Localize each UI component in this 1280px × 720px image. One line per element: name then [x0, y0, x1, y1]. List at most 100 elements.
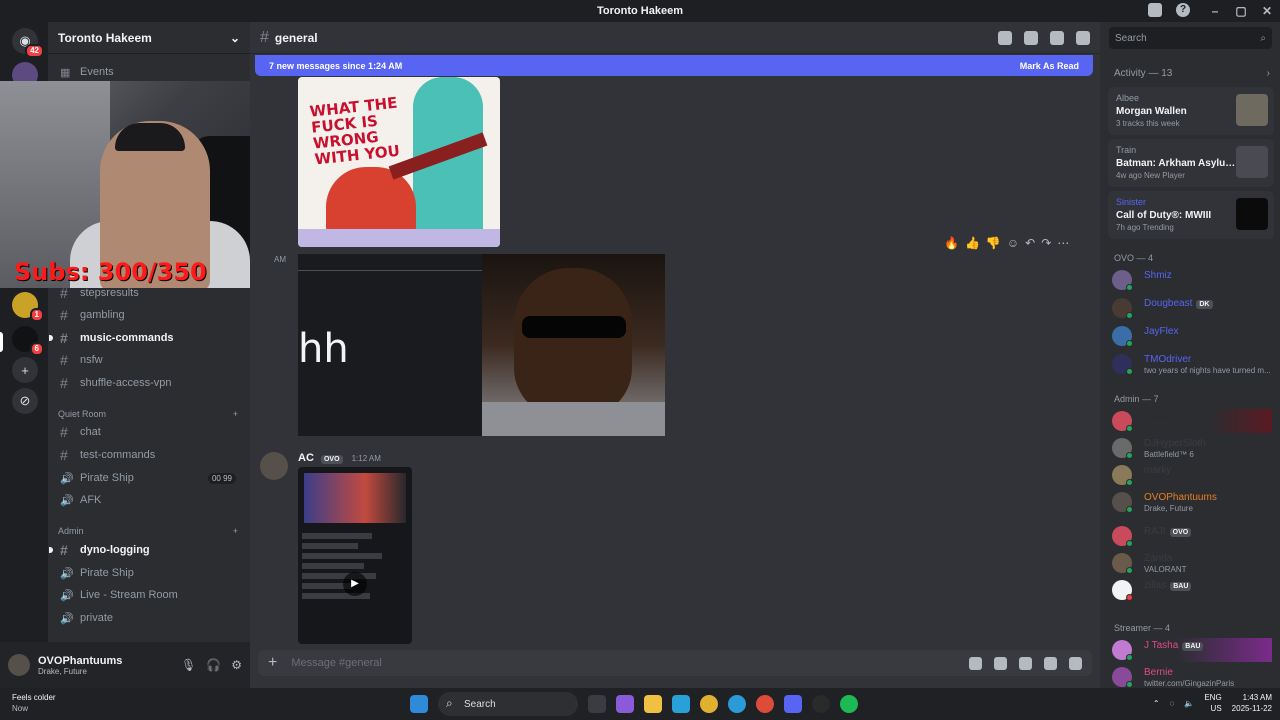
windows-start-icon[interactable] [410, 695, 428, 713]
search-input[interactable]: Search ⌕ [1109, 27, 1272, 49]
discord-taskbar-icon[interactable] [784, 695, 802, 713]
avatar[interactable] [260, 452, 288, 480]
member-item[interactable]: Shmiz [1112, 268, 1272, 292]
inbox-icon[interactable] [1148, 3, 1162, 17]
video-clip-attachment[interactable]: ▶ [298, 467, 412, 644]
channel-item[interactable]: # music-commands [49, 328, 246, 348]
voice-channel-item[interactable]: 🔊 Pirate Ship [56, 563, 246, 583]
task-view-icon[interactable] [588, 695, 606, 713]
play-icon[interactable]: ▶ [343, 572, 367, 596]
meme-image[interactable]: WHAT THE FUCK IS WRONG WITH YOU [298, 77, 500, 247]
voice-channel-item[interactable]: 🔊 AFK [56, 490, 246, 510]
gear-icon[interactable]: ⚙ [231, 658, 242, 672]
forward-icon[interactable]: ↷ [1041, 236, 1051, 250]
message-composer[interactable]: + Message #general [258, 650, 1092, 676]
member-item[interactable]: Albee [1112, 409, 1272, 433]
notification-bell-icon[interactable] [1024, 30, 1038, 45]
gif-icon[interactable] [994, 656, 1007, 670]
obs-icon[interactable] [812, 695, 830, 713]
activity-card[interactable]: Sinister Call of Duty®: MWIII 7h ago Tre… [1108, 191, 1274, 239]
server-header[interactable]: Toronto Hakeem ⌄ [48, 22, 250, 54]
copilot-icon[interactable] [616, 695, 634, 713]
member-item[interactable]: JayFlex [1112, 324, 1272, 348]
voice-channel-item[interactable]: 🔊 private [56, 608, 246, 628]
server-name: Toronto Hakeem [58, 30, 152, 45]
voice-channel-item[interactable]: 🔊 Pirate Ship 00 99 [56, 468, 246, 488]
voice-channel-item[interactable]: 🔊 Live - Stream Room [56, 585, 246, 605]
taskbar-search[interactable]: Search [438, 692, 578, 716]
apps-icon[interactable] [1069, 656, 1082, 670]
category-admin[interactable]: Admin + [58, 526, 238, 536]
member-item[interactable]: Dougbeast DK [1112, 296, 1272, 320]
clock[interactable]: 1:43 AM 2025-11-22 [1232, 692, 1272, 714]
activity-card[interactable]: Albee Morgan Wallen 3 tracks this week [1108, 87, 1274, 135]
microphone-icon[interactable]: 🎙 [181, 658, 196, 672]
add-channel-icon[interactable]: + [233, 526, 238, 536]
member-item[interactable]: marky [1112, 463, 1272, 487]
server-icon[interactable]: 6 [12, 326, 44, 356]
app-icon[interactable] [700, 695, 718, 713]
reaction-thumbs-down-icon[interactable]: 👎 [986, 236, 1001, 250]
member-item[interactable]: Zanda VALORANT [1112, 551, 1272, 575]
maximize-button[interactable]: ▢ [1228, 4, 1254, 18]
new-messages-bar[interactable]: 7 new messages since 1:24 AM Mark As Rea… [255, 55, 1093, 76]
member-item[interactable]: TMOdriver two years of nights have turned… [1112, 352, 1272, 376]
video-attachment[interactable]: hh [298, 254, 482, 436]
mark-as-read-button[interactable]: Mark As Read [1020, 61, 1079, 71]
members-icon[interactable] [1076, 30, 1090, 45]
explore-button[interactable]: ⊘ [12, 388, 38, 414]
member-item[interactable]: Bernie twitter.com/GingazinParis [1112, 665, 1272, 688]
plus-icon: + [21, 362, 29, 378]
minimize-button[interactable]: – [1202, 4, 1228, 18]
chrome-icon[interactable] [756, 695, 774, 713]
threads-icon[interactable] [998, 30, 1012, 45]
reaction-fire-icon[interactable]: 🔥 [944, 236, 959, 250]
activity-card[interactable]: Train Batman: Arkham Asylum G... 4w ago … [1108, 139, 1274, 187]
gift-icon[interactable] [969, 656, 982, 670]
direct-messages-button[interactable]: ◉ 42 [12, 28, 44, 58]
tray-chevron-icon[interactable]: ⌃ [1153, 699, 1160, 708]
channel-item[interactable]: # nsfw [56, 350, 246, 370]
server-icon[interactable]: 1 [12, 292, 44, 322]
channel-item[interactable]: # dyno-logging [49, 540, 246, 560]
member-item[interactable]: RAJI OVO [1112, 524, 1272, 548]
member-item[interactable]: zillas BAU [1112, 578, 1272, 602]
spotify-icon[interactable] [840, 695, 858, 713]
avatar[interactable] [8, 654, 30, 676]
reply-icon[interactable]: ↶ [1025, 236, 1035, 250]
language-indicator[interactable]: ENG US [1204, 692, 1221, 714]
channel-item[interactable]: # shuffle-access-vpn [56, 373, 246, 393]
add-reaction-icon[interactable]: ☺ [1007, 236, 1019, 250]
member-item[interactable]: J Tasha BAU [1112, 638, 1272, 662]
category-quiet-room[interactable]: Quiet Room + [58, 409, 238, 419]
headphones-icon[interactable]: 🎧 [206, 658, 221, 672]
activity-header[interactable]: Activity — 13 › [1114, 68, 1270, 79]
network-icon[interactable]: ◌ [1170, 699, 1175, 708]
file-explorer-icon[interactable] [644, 695, 662, 713]
telegram-icon[interactable] [728, 695, 746, 713]
volume-icon[interactable]: 🔈 [1184, 699, 1194, 708]
channel-item[interactable]: # gambling [56, 305, 246, 325]
attach-plus-icon[interactable]: + [268, 654, 277, 672]
hash-icon: # [60, 330, 68, 346]
add-channel-icon[interactable]: + [233, 409, 238, 419]
sticker-icon[interactable] [1019, 656, 1032, 670]
message-author[interactable]: AC [298, 452, 314, 464]
edge-icon[interactable] [672, 695, 690, 713]
add-server-button[interactable]: + [12, 357, 38, 383]
member-item[interactable]: DJHyperSloth Battlefield™ 6 [1112, 436, 1272, 460]
events-item[interactable]: ▦ Events [56, 62, 246, 82]
face-image[interactable] [482, 254, 665, 436]
guild-tag: OVO [1169, 528, 1192, 537]
emoji-icon[interactable] [1044, 656, 1057, 670]
message-timestamp: AM [274, 255, 286, 264]
member-item[interactable]: OVOPhantuums Drake, Future [1112, 490, 1272, 514]
pin-icon[interactable] [1050, 30, 1064, 45]
weather-widget[interactable]: Feels colder Now [12, 692, 56, 714]
channel-item[interactable]: # test-commands [56, 445, 246, 465]
reaction-thumbs-up-icon[interactable]: 👍 [965, 236, 980, 250]
close-button[interactable]: ✕ [1254, 4, 1280, 18]
help-icon[interactable]: ? [1176, 3, 1190, 17]
more-options-icon[interactable]: ⋯ [1057, 236, 1069, 250]
channel-item[interactable]: # chat [56, 422, 246, 442]
